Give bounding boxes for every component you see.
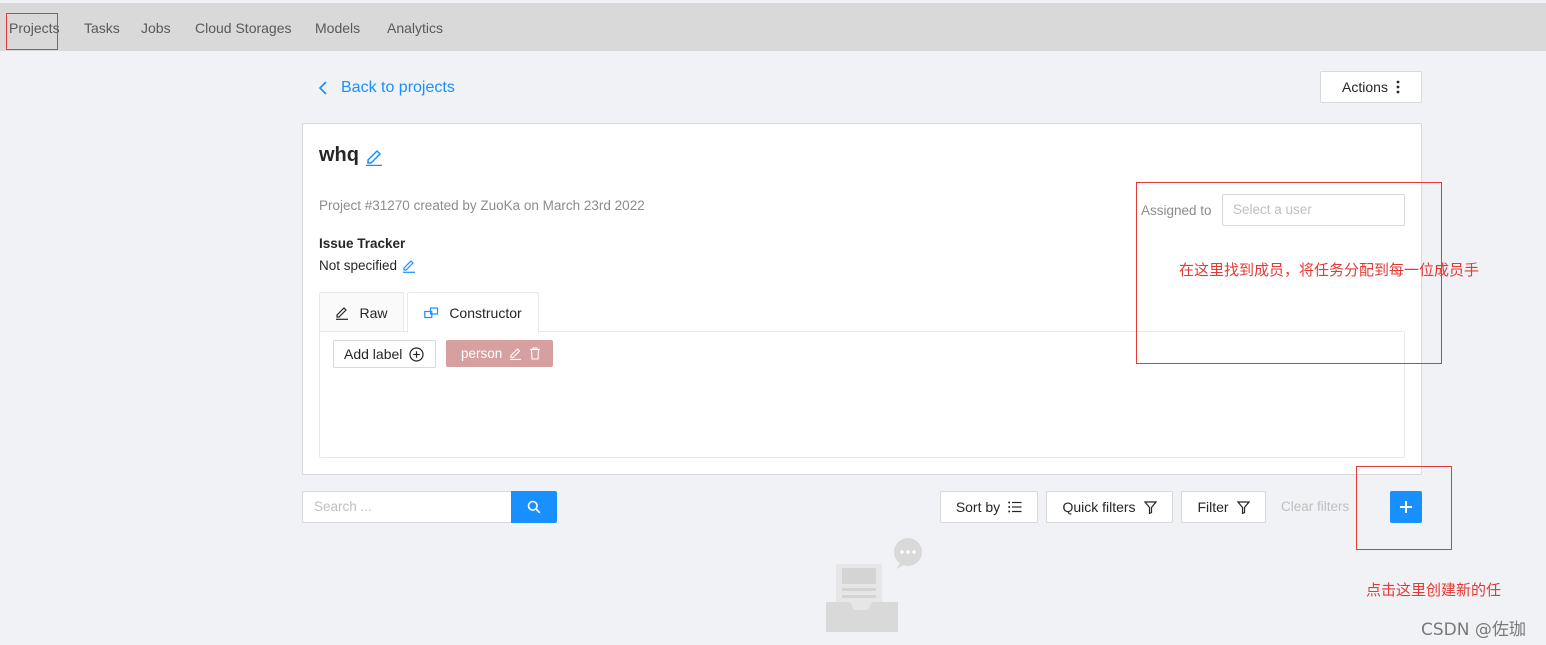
chevron-left-icon (318, 81, 327, 95)
nav-jobs[interactable]: Jobs (141, 20, 171, 36)
empty-inbox-icon (826, 538, 922, 632)
tab-constructor-label: Constructor (449, 305, 522, 321)
search-input[interactable]: Search ... (302, 491, 512, 523)
filter-icon (1143, 500, 1157, 514)
project-meta: Project #31270 created by ZuoKa on March… (319, 198, 645, 213)
tab-raw-label: Raw (359, 304, 388, 321)
quick-filters-label: Quick filters (1062, 499, 1136, 515)
plus-circle-icon (409, 346, 424, 362)
add-label-button[interactable]: Add label (333, 340, 436, 368)
sort-by-button[interactable]: Sort by (940, 491, 1038, 523)
sort-list-icon (1008, 501, 1022, 513)
edit-icon[interactable] (365, 146, 383, 166)
back-link-label: Back to projects (341, 79, 455, 96)
more-vertical-icon (1396, 80, 1400, 94)
delete-icon[interactable] (529, 347, 541, 360)
sort-by-label: Sort by (955, 499, 1001, 515)
tab-raw[interactable]: Raw (319, 292, 404, 332)
label-chip-person: person (446, 340, 553, 367)
edit-icon[interactable] (509, 347, 522, 360)
actions-button[interactable]: Actions (1320, 71, 1422, 103)
tab-constructor[interactable]: Constructor (407, 292, 539, 333)
project-title: whq (319, 144, 383, 167)
search-icon (527, 500, 541, 514)
annotation-box-projects (6, 13, 58, 50)
top-navigation-bar: Projects Tasks Jobs Cloud Storages Model… (0, 3, 1546, 51)
watermark: CSDN @佐珈 (1421, 620, 1526, 640)
annotation-note-create: 点击这里创建新的任 (1366, 581, 1502, 599)
issue-tracker-title: Issue Tracker (319, 236, 406, 251)
issue-tracker-text: Not specified (319, 258, 398, 273)
nav-analytics[interactable]: Analytics (387, 20, 443, 36)
filter-button[interactable]: Filter (1181, 491, 1266, 523)
nav-cloud-storages[interactable]: Cloud Storages (195, 20, 292, 36)
actions-button-label: Actions (1342, 79, 1388, 95)
search-button[interactable] (511, 491, 557, 523)
clear-filters-link[interactable]: Clear filters (1281, 499, 1349, 514)
add-label-text: Add label (344, 346, 403, 362)
blocks-icon (424, 307, 439, 319)
edit-icon (336, 306, 349, 320)
nav-models[interactable]: Models (315, 20, 360, 36)
edit-icon[interactable] (402, 258, 416, 273)
project-name: whq (319, 144, 359, 166)
label-name: person (461, 346, 503, 361)
annotation-note-assign: 在这里找到成员，将任务分配到每一位成员手 (1179, 261, 1480, 279)
issue-tracker-value: Not specified (319, 258, 416, 273)
quick-filters-button[interactable]: Quick filters (1046, 491, 1173, 523)
nav-tasks[interactable]: Tasks (84, 20, 120, 36)
filter-label: Filter (1197, 499, 1229, 515)
filter-icon (1236, 500, 1250, 514)
back-to-projects-link[interactable]: Back to projects (318, 77, 455, 99)
annotation-box-create (1356, 466, 1452, 550)
